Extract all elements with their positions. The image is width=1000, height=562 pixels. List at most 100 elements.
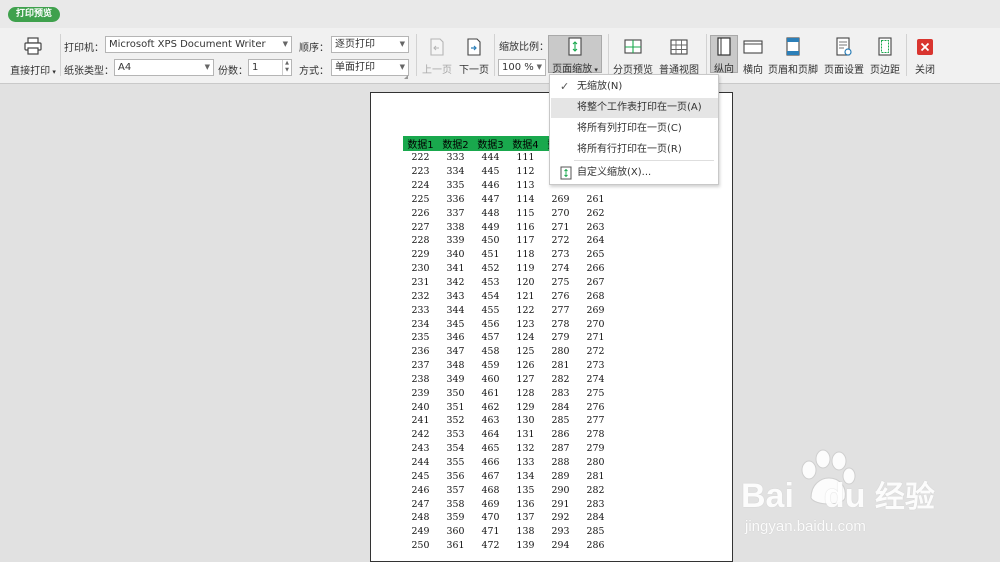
chevron-down-icon: ▼ xyxy=(282,40,288,48)
table-row: 225 336 447 114 269 261 xyxy=(403,193,613,207)
chevron-down-icon: ▾ xyxy=(592,66,598,74)
menu-item-no-scaling[interactable]: ✓ 无缩放(N) xyxy=(551,77,718,97)
close-preview-button[interactable]: 关闭 xyxy=(910,37,940,76)
table-cell: 343 xyxy=(446,290,465,302)
table-cell: 472 xyxy=(481,540,500,552)
table-row: 249 360 471 138 293 285 xyxy=(403,525,613,539)
menu-item-fit-rows-one-page[interactable]: 将所有行打印在一页(R) xyxy=(551,140,718,160)
table-cell: 288 xyxy=(551,456,570,468)
margins-button[interactable]: 页边距 xyxy=(869,37,901,76)
table-cell: 445 xyxy=(481,166,500,178)
page-setup-button[interactable]: 页面设置 xyxy=(823,37,865,76)
table-row: 239 350 461 128 283 275 xyxy=(403,386,613,400)
table-cell: 128 xyxy=(516,387,535,399)
paper-type-label: 纸张类型： xyxy=(64,66,114,77)
page-scale-button[interactable]: 页面缩放 ▾ xyxy=(548,35,602,75)
table-cell: 118 xyxy=(516,249,535,261)
table-cell: 357 xyxy=(446,484,465,496)
zoom-select[interactable]: 100 % ▼ xyxy=(498,59,546,76)
table-cell: 354 xyxy=(446,443,465,455)
table-cell: 463 xyxy=(481,415,500,427)
table-cell: 131 xyxy=(516,429,535,441)
page-break-preview-icon xyxy=(624,39,642,54)
table-cell: 274 xyxy=(586,373,605,385)
table-cell: 249 xyxy=(411,526,430,538)
printer-select[interactable]: Microsoft XPS Document Writer ▼ xyxy=(105,36,292,53)
portrait-label: 纵向 xyxy=(714,64,734,75)
table-cell: 353 xyxy=(446,429,465,441)
table-cell: 467 xyxy=(481,470,500,482)
normal-view-icon xyxy=(670,39,688,55)
table-cell: 460 xyxy=(481,373,500,385)
paper-type-select[interactable]: A4 ▼ xyxy=(114,59,214,76)
table-cell: 459 xyxy=(481,360,500,372)
spin-arrows-icon[interactable]: ▲ ▼ xyxy=(282,60,291,75)
header-footer-button[interactable]: 页眉和页脚 xyxy=(767,37,819,76)
table-cell: 272 xyxy=(551,235,570,247)
printer-icon xyxy=(24,37,42,55)
table-cell: 468 xyxy=(481,484,500,496)
copies-stepper[interactable]: 1 ▲ ▼ xyxy=(248,59,292,76)
table-cell: 349 xyxy=(446,373,465,385)
table-cell: 136 xyxy=(516,498,535,510)
table-row: 242 353 464 131 286 278 xyxy=(403,428,613,442)
prev-page-button[interactable]: 上一页 xyxy=(421,37,453,76)
paper-type-value: A4 xyxy=(118,62,132,73)
portrait-icon xyxy=(717,37,731,56)
page-break-preview-button[interactable]: 分页预览 xyxy=(611,37,655,76)
divider xyxy=(706,34,707,76)
divider xyxy=(906,34,907,76)
table-cell: 133 xyxy=(516,456,535,468)
next-page-button[interactable]: 下一页 xyxy=(457,37,491,76)
table-cell: 274 xyxy=(551,263,570,275)
mode-select[interactable]: 单面打印 ▼ xyxy=(331,59,409,76)
table-cell: 278 xyxy=(586,429,605,441)
normal-view-button[interactable]: 普通视图 xyxy=(657,37,701,76)
table-cell: 344 xyxy=(446,304,465,316)
table-cell: 248 xyxy=(411,512,430,524)
menu-item-fit-sheet-one-page[interactable]: 将整个工作表打印在一页(A) xyxy=(551,98,718,118)
menu-item-custom-scaling[interactable]: 自定义缩放(X)... xyxy=(551,163,718,183)
table-row: 241 352 463 130 285 277 xyxy=(403,414,613,428)
table-cell: 282 xyxy=(586,484,605,496)
table-cell: 245 xyxy=(411,470,430,482)
table-cell: 294 xyxy=(551,540,570,552)
dialog-launcher-icon[interactable] xyxy=(404,75,408,79)
copies-label: 份数： xyxy=(218,66,248,77)
data-table: 数据1数据2数据3数据4数据5数据6 222333444111223334445… xyxy=(403,136,613,552)
watermark-url: jingyan.baidu.com xyxy=(745,518,866,535)
table-cell: 119 xyxy=(516,263,535,275)
zoom-value: 100 % xyxy=(502,62,534,73)
table-cell: 450 xyxy=(481,235,500,247)
table-cell: 263 xyxy=(586,221,605,233)
table-cell: 466 xyxy=(481,456,500,468)
table-cell: 453 xyxy=(481,277,500,289)
table-row: 238 349 460 127 282 274 xyxy=(403,373,613,387)
table-cell: 447 xyxy=(481,193,500,205)
landscape-button[interactable]: 横向 xyxy=(740,37,766,76)
table-cell: 224 xyxy=(411,180,430,192)
table-cell: 359 xyxy=(446,512,465,524)
table-cell: 124 xyxy=(516,332,535,344)
table-cell: 115 xyxy=(516,207,535,219)
print-preview-tab[interactable]: 打印预览 xyxy=(8,7,61,22)
table-cell: 289 xyxy=(551,470,570,482)
menu-divider xyxy=(574,160,714,161)
custom-scaling-icon xyxy=(560,166,572,180)
table-cell: 261 xyxy=(586,193,605,205)
table-cell: 277 xyxy=(586,415,605,427)
table-cell: 246 xyxy=(411,484,430,496)
table-cell: 346 xyxy=(446,332,465,344)
menu-item-fit-columns-one-page[interactable]: 将所有列打印在一页(C) xyxy=(551,119,718,139)
table-row: 243 354 465 132 287 279 xyxy=(403,442,613,456)
direct-print-button[interactable]: 直接打印 ▾ xyxy=(8,36,58,77)
portrait-button[interactable]: 纵向 xyxy=(710,35,738,75)
menu-item-label: 将整个工作表打印在一页(A) xyxy=(577,102,702,113)
table-cell: 283 xyxy=(551,387,570,399)
watermark-brand-du: du xyxy=(823,477,866,515)
page-setup-label: 页面设置 xyxy=(824,65,864,76)
order-select[interactable]: 逐页打印 ▼ xyxy=(331,36,409,53)
table-cell: 469 xyxy=(481,498,500,510)
next-page-icon xyxy=(467,38,481,56)
printer-value: Microsoft XPS Document Writer xyxy=(109,39,266,50)
